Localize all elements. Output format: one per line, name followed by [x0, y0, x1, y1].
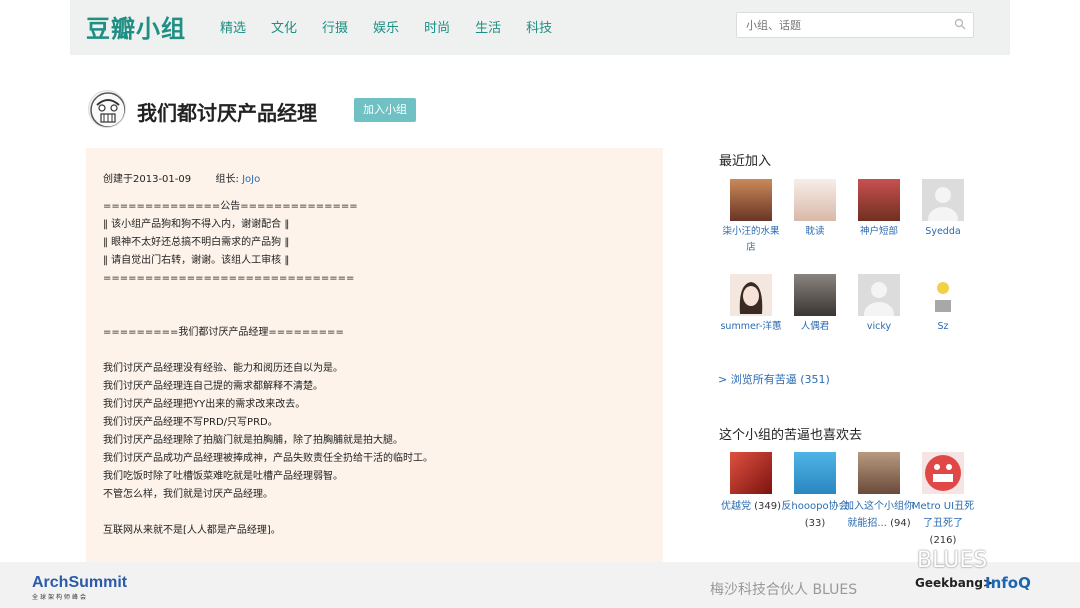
member-avatar[interactable]	[794, 179, 836, 221]
member-name[interactable]: 人偶君	[782, 319, 848, 335]
related-group-name[interactable]: 加入这个小组你就能招... (94)	[844, 498, 914, 532]
member-card[interactable]: summer-洋蕙	[718, 274, 784, 335]
top-navbar: 豆瓣小组 精选 文化 行摄 娱乐 时尚 生活 科技	[70, 0, 1010, 55]
intro-line: =========我们都讨厌产品经理=========	[103, 327, 344, 338]
related-group-name[interactable]: 反hooopo协会 (33)	[780, 498, 850, 532]
group-avatar	[88, 90, 126, 128]
member-card[interactable]: Sz	[910, 274, 976, 335]
member-avatar[interactable]	[730, 179, 772, 221]
geekbang-logo: Geekbang>	[915, 576, 993, 590]
intro-line: ‖ 请自觉出门右转，谢谢。该组人工审核 ‖	[103, 255, 290, 266]
member-name[interactable]: Syedda	[910, 224, 976, 240]
archsummit-logo: ArchSummit	[32, 574, 128, 591]
intro-line	[103, 342, 433, 360]
owner-label: 组长:	[215, 174, 239, 185]
nav-item-selected[interactable]: 精选	[220, 17, 246, 36]
search-input[interactable]	[737, 13, 937, 37]
intro-line	[103, 306, 433, 324]
search-box	[736, 12, 974, 38]
member-name[interactable]: vicky	[846, 319, 912, 335]
related-group-count: (33)	[804, 518, 826, 529]
member-name[interactable]: 神户短部	[846, 224, 912, 240]
related-group-image[interactable]	[922, 452, 964, 494]
group-intro-panel: 创建于2013-01-09 组长: JoJo ==============公告=…	[86, 148, 663, 568]
intro-line: 我们讨厌产品成功产品经理被捧成神，产品失败责任全扔给干活的临时工。	[103, 453, 433, 464]
member-avatar[interactable]	[922, 274, 964, 316]
intro-line: 我们讨厌产品经理不写PRD/只写PRD。	[103, 417, 278, 428]
intro-line: ==============================	[103, 273, 355, 284]
nav-item-life[interactable]: 生活	[475, 17, 501, 36]
group-meta: 创建于2013-01-09 组长: JoJo	[103, 170, 260, 185]
nav-item-travel[interactable]: 行摄	[322, 17, 348, 36]
intro-line	[103, 504, 433, 522]
intro-line	[103, 288, 433, 306]
intro-line: 我们讨厌产品经理连自己提的需求都解释不清楚。	[103, 381, 323, 392]
search-icon[interactable]	[954, 18, 966, 30]
related-groups-heading: 这个小组的苦逼也喜欢去	[719, 428, 863, 443]
default-avatar-icon[interactable]	[858, 274, 900, 316]
member-name[interactable]: summer-洋蕙	[718, 319, 784, 335]
related-group-count: (349)	[754, 501, 782, 512]
member-name[interactable]: 柒小汪的水果店	[718, 224, 784, 256]
main-nav: 精选 文化 行摄 娱乐 时尚 生活 科技	[220, 17, 577, 36]
related-group-name[interactable]: Metro UI丑死了丑死了 (216)	[908, 498, 978, 549]
infoq-logo: InfoQ	[985, 574, 1031, 592]
intro-line: ‖ 该小组产品狗和狗不得入内，谢谢配合 ‖	[103, 219, 290, 230]
douban-group-logo[interactable]: 豆瓣小组	[86, 9, 186, 44]
join-group-button[interactable]: 加入小组	[354, 98, 416, 122]
intro-line: 我们讨厌产品经理除了拍脑门就是拍胸脯，除了拍胸脯就是拍大腿。	[103, 435, 403, 446]
related-group-image[interactable]	[794, 452, 836, 494]
intro-line: 我们讨厌产品经理没有经验、能力和阅历还自以为是。	[103, 363, 343, 374]
intro-line: 我们吃饭时除了吐槽饭菜难吃就是吐槽产品经理弱智。	[103, 471, 343, 482]
blues-watermark: BLUES	[917, 548, 988, 573]
related-group-count: (216)	[929, 535, 957, 546]
member-card[interactable]: 神户短部	[846, 179, 912, 240]
intro-line: 我们讨厌产品经理把YY出来的需求改来改去。	[103, 399, 306, 410]
intro-line: 互联网从来就不是[人人都是产品经理]。	[103, 525, 281, 536]
intro-line: 不管怎么样，我们就是讨厌产品经理。	[103, 489, 273, 500]
created-date: 创建于2013-01-09	[103, 174, 192, 185]
recent-members-heading: 最近加入	[719, 154, 772, 169]
related-group-card[interactable]: 优越党 (349)	[716, 452, 786, 515]
owner-link[interactable]: JoJo	[242, 174, 260, 185]
related-group-image[interactable]	[730, 452, 772, 494]
member-card[interactable]: 柒小汪的水果店	[718, 179, 784, 256]
related-group-card[interactable]: 反hooopo协会 (33)	[780, 452, 850, 532]
nav-item-fashion[interactable]: 时尚	[424, 17, 450, 36]
default-avatar-icon[interactable]	[922, 179, 964, 221]
member-card[interactable]: 耽读	[782, 179, 848, 240]
browse-all-members-link[interactable]: > 浏览所有苦逼 (351)	[718, 371, 830, 387]
intro-line: ‖ 眼神不太好还总搞不明白需求的产品狗 ‖	[103, 237, 290, 248]
archsummit-subtitle: 全球架构师峰会	[32, 594, 89, 601]
member-card[interactable]: 人偶君	[782, 274, 848, 335]
nav-item-culture[interactable]: 文化	[271, 17, 297, 36]
related-group-name[interactable]: 优越党 (349)	[716, 498, 786, 515]
nav-item-entertainment[interactable]: 娱乐	[373, 17, 399, 36]
member-card[interactable]: Syedda	[910, 179, 976, 240]
related-group-card[interactable]: 加入这个小组你就能招... (94)	[844, 452, 914, 532]
member-avatar[interactable]	[858, 179, 900, 221]
member-card[interactable]: vicky	[846, 274, 912, 335]
group-title: 我们都讨厌产品经理	[137, 101, 317, 125]
partner-credit: 梅沙科技合伙人 BLUES	[710, 582, 858, 598]
member-avatar[interactable]	[730, 274, 772, 316]
nav-item-tech[interactable]: 科技	[526, 17, 552, 36]
member-name[interactable]: Sz	[910, 319, 976, 335]
intro-text: ==============公告============== ‖ 该小组产品狗和…	[103, 198, 433, 540]
member-name[interactable]: 耽读	[782, 224, 848, 240]
related-group-image[interactable]	[858, 452, 900, 494]
intro-line: ==============公告==============	[103, 201, 358, 212]
member-avatar[interactable]	[794, 274, 836, 316]
related-group-card[interactable]: Metro UI丑死了丑死了 (216)	[908, 452, 978, 549]
